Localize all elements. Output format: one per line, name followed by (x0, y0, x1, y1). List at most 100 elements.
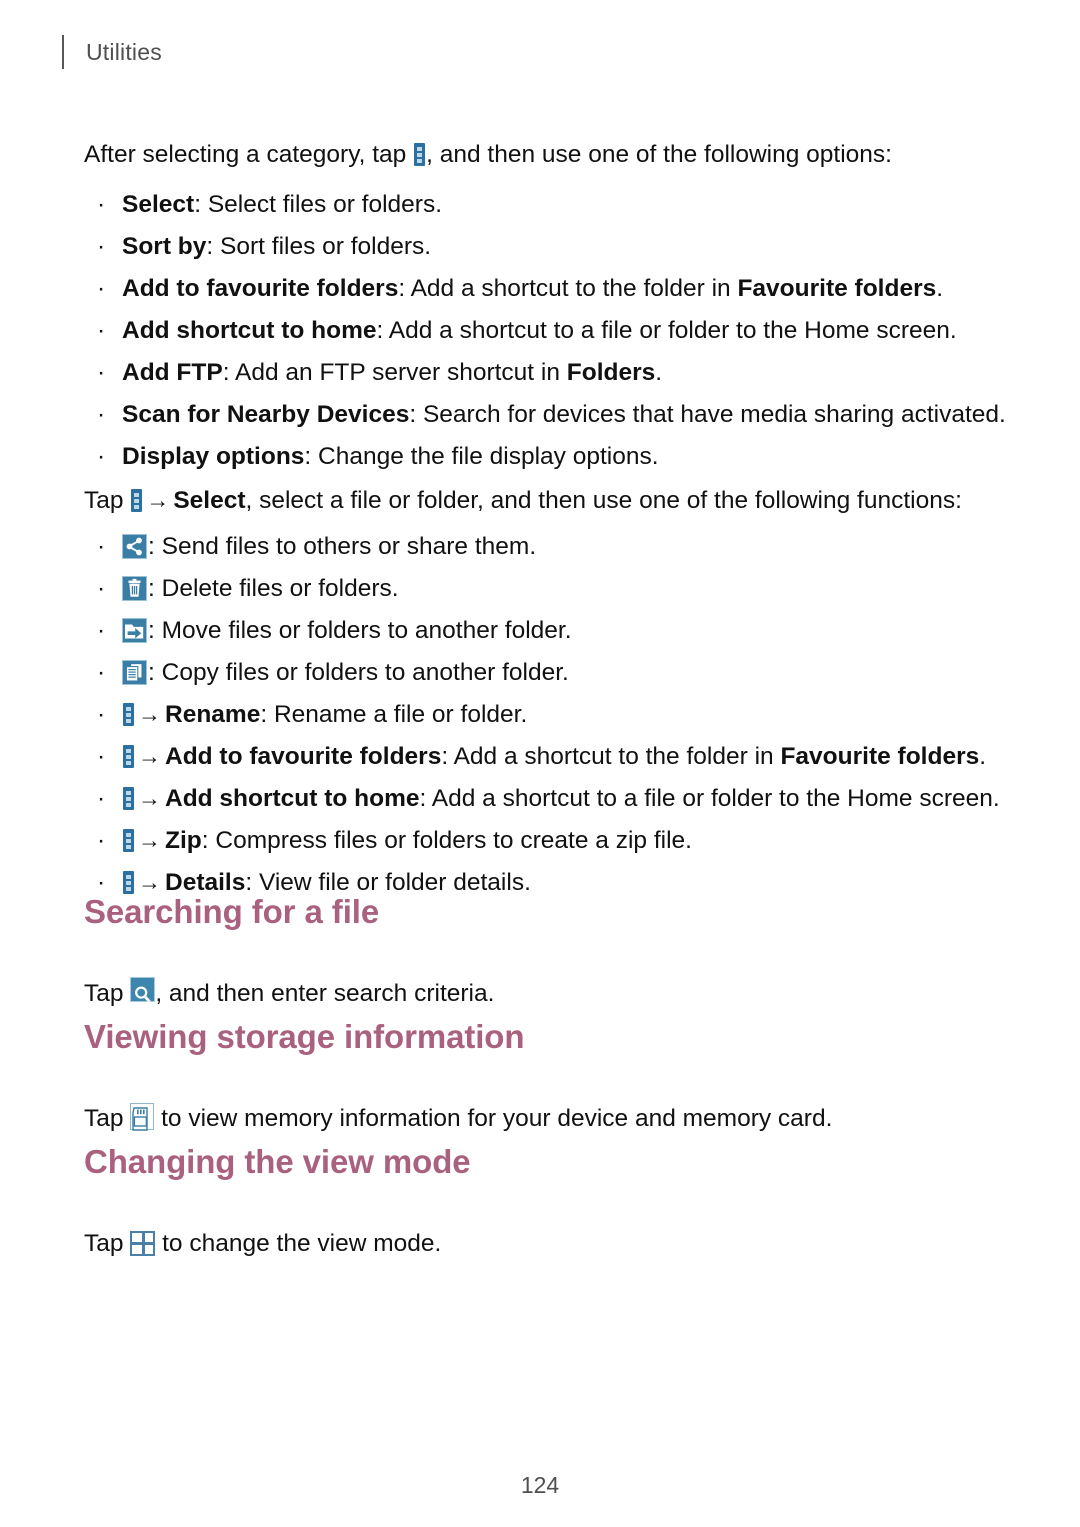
list-item: · Scan for Nearby Devices: Search for de… (84, 394, 1006, 435)
running-header: Utilities (62, 32, 162, 72)
list-item: · : Delete files or folders. (84, 568, 1000, 609)
option-separator: : (222, 359, 235, 386)
menu-function-description-end: . (979, 743, 987, 770)
option-description: Search for devices that have media shari… (422, 401, 1006, 428)
list-item: · Add shortcut to home: Add a shortcut t… (84, 310, 1000, 351)
select-instruction-paragraph: Tap → Select, select a file or folder, an… (84, 480, 1000, 521)
more-options-icon (123, 829, 134, 852)
view-mode-instruction: Tap to change the view mode. (84, 1223, 441, 1264)
menu-function-term: Add shortcut to home (165, 785, 420, 812)
option-term: Add FTP (122, 359, 223, 386)
search-icon (130, 976, 156, 1003)
arrow-right-icon: → (138, 701, 161, 727)
option-separator: : (304, 443, 319, 470)
searching-instruction-tail: , and then enter search criteria. (155, 979, 495, 1007)
option-description: Add an FTP server shortcut in (234, 359, 567, 386)
bullet-marker: · (97, 743, 106, 770)
bullet-marker: · (97, 317, 106, 344)
intro-text-before: After selecting a category, tap (84, 141, 414, 168)
option-description: Select files or folders. (207, 191, 443, 218)
arrow-right-icon: → (146, 487, 170, 513)
option-description: Add a shortcut to a file or folder to th… (388, 317, 957, 344)
more-options-icon (123, 787, 134, 810)
bullet-marker: · (97, 617, 106, 644)
options-list: · Select: Select files or folders. · Sor… (84, 184, 1006, 477)
list-item: · Display options: Change the file displ… (84, 436, 1000, 477)
bullet-marker: · (97, 701, 106, 728)
option-description: Change the file display options. (318, 443, 659, 470)
menu-function-separator: : (245, 869, 259, 896)
functions-list: · : Send files to others or share them. … (84, 526, 1000, 693)
more-options-icon (414, 143, 426, 166)
list-item: · → Rename: Rename a file or folder. (84, 694, 1000, 735)
option-description-end: . (936, 275, 944, 302)
function-description: Delete files or folders. (161, 575, 399, 602)
option-separator: : (206, 233, 221, 260)
tap-label: Tap (84, 1104, 131, 1132)
storage-instruction-tail: to view memory information for your devi… (154, 1104, 833, 1132)
bullet-marker: · (97, 275, 106, 302)
bullet-marker: · (97, 359, 106, 386)
menu-function-description-emphasis: Favourite folders (780, 743, 980, 770)
arrow-right-icon: → (138, 743, 161, 769)
list-item: · Sort by: Sort files or folders. (84, 226, 1000, 267)
menu-function-description: Add a shortcut to a file or folder to th… (431, 785, 1000, 812)
grid-view-icon (130, 1230, 156, 1256)
function-separator: : (148, 533, 162, 560)
searching-instruction: Tap , and then enter search criteria. (84, 973, 494, 1014)
page-number: 124 (520, 1472, 560, 1498)
list-item: · → Add shortcut to home: Add a shortcut … (84, 778, 1000, 819)
function-description: Move files or folders to another folder. (161, 617, 572, 644)
move-to-folder-icon (122, 618, 147, 643)
function-description: Copy files or folders to another folder. (161, 659, 569, 686)
function-separator: : (148, 575, 162, 602)
option-term: Select (122, 191, 195, 218)
running-header-title: Utilities (86, 38, 162, 65)
intro-text-after: , and then use one of the following opti… (426, 141, 892, 168)
option-description: Add a shortcut to the folder in (410, 275, 738, 302)
option-description-emphasis: Favourite folders (737, 275, 937, 302)
option-description: Sort files or folders. (220, 233, 432, 260)
option-separator: : (409, 401, 423, 428)
intro-paragraph: After selecting a category, tap , and th… (84, 134, 1000, 175)
bullet-marker: · (97, 533, 106, 560)
menu-function-term: Details (165, 869, 246, 896)
option-separator: : (398, 275, 411, 302)
bullet-marker: · (97, 575, 106, 602)
menu-function-description: Compress files or folders to create a zi… (215, 827, 692, 854)
menu-function-separator: : (441, 743, 454, 770)
menu-function-description: View file or folder details. (258, 869, 531, 896)
header-divider-rule (62, 35, 64, 69)
list-item: · : Send files to others or share them. (84, 526, 1000, 567)
share-icon (122, 534, 147, 559)
trash-icon (122, 576, 147, 601)
select-instruction-tail: , select a file or folder, and then use … (245, 487, 962, 514)
list-item: · → Add to favourite folders: Add a short… (84, 736, 1000, 777)
menu-function-term: Rename (165, 701, 261, 728)
option-separator: : (376, 317, 389, 344)
bullet-marker: · (97, 785, 106, 812)
option-separator: : (194, 191, 208, 218)
tap-label: Tap (84, 1229, 131, 1257)
page-content: After selecting a category, tap , and th… (84, 134, 1006, 904)
option-term: Scan for Nearby Devices (122, 401, 410, 428)
menu-function-separator: : (201, 827, 216, 854)
menu-function-description: Rename a file or folder. (273, 701, 528, 728)
bullet-marker: · (97, 233, 106, 260)
function-separator: : (148, 659, 162, 686)
tap-label: Tap (84, 487, 131, 514)
function-separator: : (148, 617, 162, 644)
bullet-marker: · (97, 401, 106, 428)
bullet-marker: · (97, 827, 106, 854)
arrow-right-icon: → (138, 827, 161, 853)
bullet-marker: · (97, 443, 106, 470)
copy-icon (122, 660, 147, 685)
more-options-icon (123, 703, 134, 726)
menu-functions-list: · → Rename: Rename a file or folder. · → A… (84, 694, 1000, 903)
list-item: · : Move files or folders to another fol… (84, 610, 1000, 651)
tap-label: Tap (84, 979, 131, 1007)
option-term: Add to favourite folders (122, 275, 399, 302)
list-item: · Add to favourite folders: Add a shortc… (84, 268, 1000, 309)
option-term: Sort by (122, 233, 207, 260)
menu-function-separator: : (419, 785, 432, 812)
